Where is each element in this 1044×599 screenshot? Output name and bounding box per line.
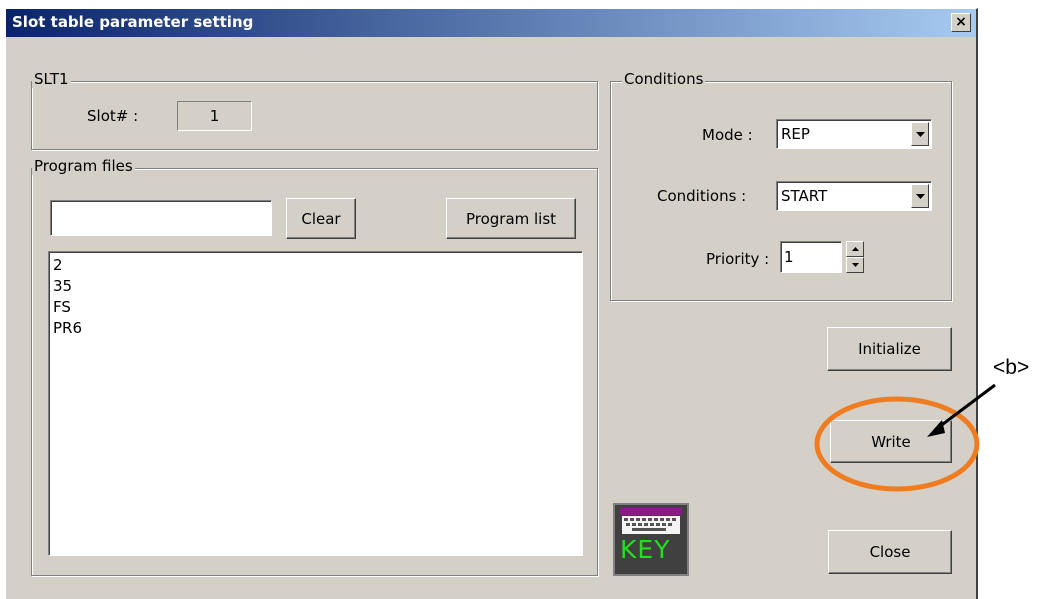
annotation-overlay xyxy=(814,383,996,492)
callout-label: <b> xyxy=(993,356,1030,379)
callout-arrow-head xyxy=(927,420,945,437)
write-highlight-ellipse xyxy=(814,396,980,492)
